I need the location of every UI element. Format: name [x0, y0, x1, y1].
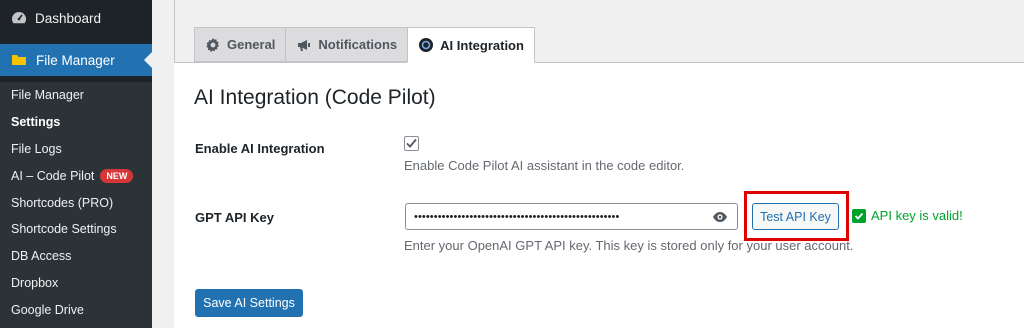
page-title: AI Integration (Code Pilot) — [194, 86, 436, 109]
submenu-label: Settings — [11, 115, 61, 130]
folder-icon — [11, 52, 27, 68]
api-key-status: API key is valid! — [852, 208, 963, 223]
tab-notifications[interactable]: Notifications — [285, 27, 409, 62]
submenu-label: Dropbox — [11, 275, 59, 290]
enable-ai-checkbox[interactable] — [404, 136, 419, 151]
submenu-item-db-access[interactable]: DB Access — [0, 243, 152, 270]
tab-ai-integration[interactable]: AI Integration — [407, 27, 535, 63]
submenu-item-file-manager[interactable]: File Manager — [0, 82, 152, 109]
api-key-label: GPT API Key — [195, 210, 274, 225]
submenu-item-ai-code-pilot[interactable]: AI – Code Pilot NEW — [0, 162, 152, 189]
checkmark-icon — [406, 138, 417, 148]
submenu-label: Shortcodes (PRO) — [11, 195, 114, 210]
submenu-item-shortcode-settings[interactable]: Shortcode Settings — [0, 216, 152, 243]
admin-sidebar: Dashboard File Manager File Manager Sett… — [0, 0, 152, 328]
sidebar-item-file-manager[interactable]: File Manager — [0, 44, 152, 76]
tab-label: Notifications — [318, 37, 398, 52]
api-key-value: ••••••••••••••••••••••••••••••••••••••••… — [414, 210, 620, 223]
submenu-item-file-logs[interactable]: File Logs — [0, 136, 152, 163]
highlight-box — [744, 191, 849, 241]
save-ai-settings-button[interactable]: Save AI Settings — [195, 289, 303, 317]
check-icon — [852, 208, 866, 223]
main-content: General Notifications AI Integration AI … — [152, 0, 1024, 328]
enable-ai-label: Enable AI Integration — [195, 141, 325, 156]
submenu-label: AI – Code Pilot — [11, 168, 95, 183]
submenu-label: DB Access — [11, 249, 72, 264]
gear-icon — [205, 37, 221, 53]
submenu-label: Shortcode Settings — [11, 222, 117, 237]
new-badge: NEW — [100, 168, 134, 183]
active-menu-arrow — [144, 52, 152, 68]
sidebar-submenu: File Manager Settings File Logs AI – Cod… — [0, 82, 152, 328]
sidebar-item-label: Dashboard — [35, 10, 102, 26]
tab-label: AI Integration — [440, 37, 524, 53]
sidebar-item-dashboard[interactable]: Dashboard — [0, 0, 152, 36]
submenu-label: File Manager — [11, 88, 84, 103]
submenu-label: File Logs — [11, 141, 62, 156]
api-key-input[interactable]: ••••••••••••••••••••••••••••••••••••••••… — [405, 203, 738, 230]
submenu-label: Google Drive — [11, 302, 84, 317]
dashboard-icon — [11, 10, 27, 26]
tab-label: General — [227, 37, 276, 52]
openai-icon — [418, 37, 434, 53]
tab-general[interactable]: General — [194, 27, 287, 62]
submenu-item-settings[interactable]: Settings — [0, 109, 152, 136]
settings-tabs: General Notifications AI Integration — [194, 27, 535, 63]
enable-ai-description: Enable Code Pilot AI assistant in the co… — [404, 158, 685, 173]
submenu-item-dropbox[interactable]: Dropbox — [0, 270, 152, 297]
submenu-item-google-drive[interactable]: Google Drive — [0, 296, 152, 323]
status-text: API key is valid! — [871, 208, 963, 223]
sidebar-item-label: File Manager — [36, 52, 115, 68]
show-password-icon[interactable] — [712, 210, 728, 224]
megaphone-icon — [296, 37, 312, 53]
submenu-item-shortcodes[interactable]: Shortcodes (PRO) — [0, 189, 152, 216]
